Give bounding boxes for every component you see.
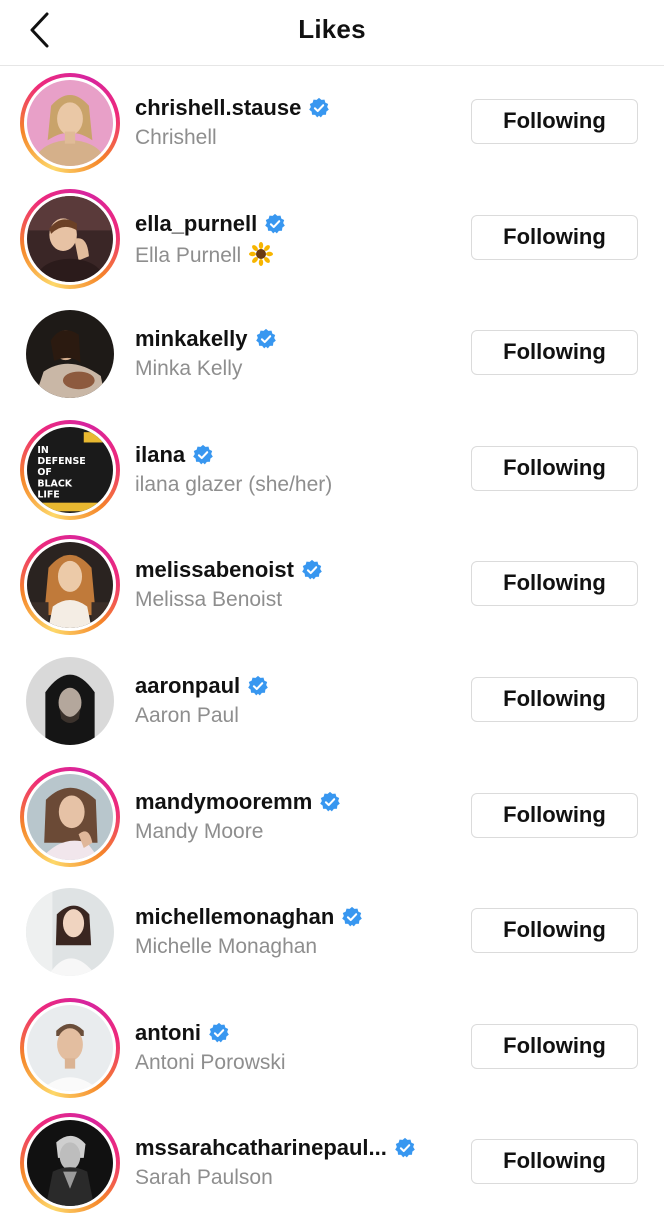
username[interactable]: mandymooremm [135,789,312,815]
avatar[interactable] [20,882,120,982]
avatar-image [26,656,114,745]
username[interactable]: ella_purnell [135,211,257,237]
verified-badge-icon [394,1137,416,1159]
avatar-image [27,80,113,166]
avatar[interactable] [20,651,120,751]
likes-list: chrishell.stause Chrishell Following ell… [0,66,664,1222]
list-item[interactable]: melissabenoist Melissa Benoist Following [0,528,664,644]
list-item[interactable]: chrishell.stause Chrishell Following [0,66,664,182]
verified-badge-icon [255,328,277,350]
full-name: Ella Purnell [135,241,455,268]
sunflower-emoji-icon [249,241,274,266]
avatar[interactable] [20,766,120,867]
list-item[interactable]: antoni Antoni Porowski Following [0,991,664,1107]
avatar-image [27,1004,113,1091]
avatar-image [27,195,113,282]
list-item[interactable]: ella_purnell Ella Purnell Following [0,182,664,298]
following-button[interactable]: Following [471,330,638,376]
list-item[interactable]: IN DEFENSE OF BLACK LIFE ilana ilana gla… [0,413,664,529]
avatar[interactable] [20,188,120,289]
username[interactable]: minkakelly [135,326,248,352]
verified-badge-icon [319,791,341,813]
avatar[interactable] [20,997,120,1098]
avatar-image [26,310,114,399]
avatar[interactable] [20,304,120,404]
username[interactable]: mssarahcatharinepaul... [135,1135,387,1161]
list-item[interactable]: mssarahcatharinepaul... Sarah Paulson Fo… [0,1106,664,1222]
verified-badge-icon [308,97,330,119]
top-bar: Likes [0,0,664,66]
full-name: Minka Kelly [135,357,243,381]
full-name: Melissa Benoist [135,588,283,612]
list-item[interactable]: michellemonaghan Michelle Monaghan Follo… [0,875,664,991]
page-title: Likes [298,14,366,44]
full-name: Aaron Paul [135,703,239,727]
list-item[interactable]: aaronpaul Aaron Paul Following [0,644,664,760]
username[interactable]: melissabenoist [135,557,294,583]
avatar[interactable]: IN DEFENSE OF BLACK LIFE [20,419,120,520]
full-name: Sarah Paulson [135,1166,273,1190]
following-button[interactable]: Following [471,445,638,491]
svg-text:IN: IN [37,445,49,456]
avatar[interactable] [20,73,120,173]
full-name: Chrishell [135,126,217,149]
avatar[interactable] [20,535,120,636]
list-item[interactable]: minkakelly Minka Kelly Following [0,297,664,413]
svg-text:DEFENSE: DEFENSE [37,456,85,467]
verified-badge-icon [301,559,323,581]
username[interactable]: chrishell.stause [135,95,301,121]
avatar-image [27,542,113,629]
verified-badge-icon [247,675,269,697]
username[interactable]: antoni [135,1020,201,1046]
avatar-image: IN DEFENSE OF BLACK LIFE [27,426,113,513]
full-name: Michelle Monaghan [135,935,318,959]
full-name: Mandy Moore [135,819,264,843]
svg-text:BLACK: BLACK [37,478,72,489]
following-button[interactable]: Following [471,908,638,954]
following-button[interactable]: Following [471,561,638,607]
following-button[interactable]: Following [471,792,638,838]
list-item[interactable]: mandymooremm Mandy Moore Following [0,760,664,876]
following-button[interactable]: Following [471,99,638,144]
full-name: Antoni Porowski [135,1050,286,1074]
verified-badge-icon [264,213,286,235]
verified-badge-icon [192,444,214,466]
following-button[interactable]: Following [471,676,638,722]
avatar[interactable] [20,1113,120,1214]
verified-badge-icon [208,1022,230,1044]
full-name-text: Ella Purnell [135,243,242,267]
verified-badge-icon [341,906,363,928]
username[interactable]: michellemonaghan [135,904,334,930]
following-button[interactable]: Following [471,214,638,260]
username[interactable]: ilana [135,442,185,468]
following-button[interactable]: Following [471,1023,638,1069]
avatar-image [27,773,113,860]
avatar-image [27,1120,113,1207]
svg-text:LIFE: LIFE [37,489,59,500]
full-name: ilana glazer (she/her) [135,472,333,496]
username[interactable]: aaronpaul [135,673,240,699]
following-button[interactable]: Following [471,1139,638,1185]
avatar-image [26,888,114,977]
svg-text:OF: OF [37,467,52,478]
